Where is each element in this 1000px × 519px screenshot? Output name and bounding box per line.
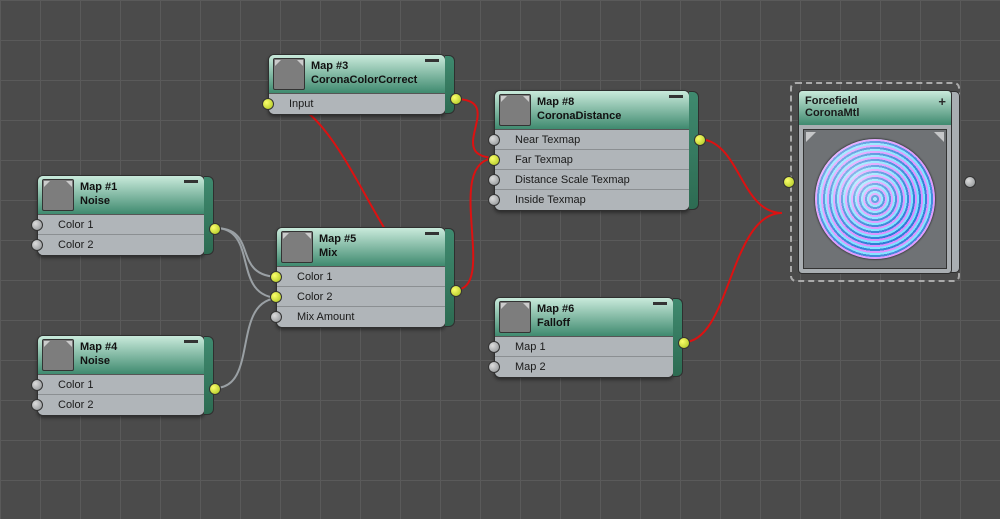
slot-row[interactable]: Far Texmap (495, 150, 689, 170)
slot-label: Mix Amount (297, 311, 354, 323)
node-title: Map #3 (311, 59, 417, 73)
swatch-icon (499, 94, 531, 126)
node-output-tab[interactable] (204, 336, 214, 415)
node-map6[interactable]: Map #6 Falloff Map 1 Map 2 (494, 297, 674, 378)
slot-label: Input (289, 98, 313, 110)
input-port[interactable] (31, 239, 43, 251)
slot-label: Far Texmap (515, 154, 573, 166)
node-output-tab[interactable] (445, 55, 455, 114)
node-map4[interactable]: Map #4 Noise Color 1 Color 2 (37, 335, 205, 416)
input-port[interactable] (270, 291, 282, 303)
input-port[interactable] (783, 176, 795, 188)
node-header[interactable]: Map #1 Noise (38, 176, 204, 215)
output-port[interactable] (694, 134, 706, 146)
swatch-icon (499, 301, 531, 333)
minimize-icon[interactable] (425, 59, 439, 65)
slot-label: Color 2 (58, 399, 93, 411)
slot-label: Color 2 (58, 239, 93, 251)
slot-row[interactable]: Color 1 (277, 267, 445, 287)
material-title: Forcefield (805, 95, 945, 107)
expand-icon[interactable]: + (938, 94, 946, 109)
slot-row[interactable]: Distance Scale Texmap (495, 170, 689, 190)
input-port[interactable] (31, 219, 43, 231)
node-title: Map #5 (319, 232, 356, 246)
slot-label: Near Texmap (515, 134, 580, 146)
node-header[interactable]: Map #5 Mix (277, 228, 445, 267)
slot-row[interactable]: Near Texmap (495, 130, 689, 150)
slot-label: Inside Texmap (515, 194, 586, 206)
slot-row[interactable]: Color 2 (38, 235, 204, 255)
slot-label: Distance Scale Texmap (515, 174, 630, 186)
input-port[interactable] (262, 98, 274, 110)
slot-label: Map 1 (515, 341, 546, 353)
node-type: Noise (80, 354, 117, 368)
output-port[interactable] (964, 176, 976, 188)
node-type: CoronaDistance (537, 109, 621, 123)
swatch-icon (42, 339, 74, 371)
node-type: Noise (80, 194, 117, 208)
slot-row[interactable]: Input (269, 94, 445, 114)
slot-label: Color 1 (58, 219, 93, 231)
slot-label: Map 2 (515, 361, 546, 373)
input-port[interactable] (270, 271, 282, 283)
swatch-icon (281, 231, 313, 263)
slot-label: Color 1 (297, 271, 332, 283)
input-port[interactable] (270, 311, 282, 323)
slot-label: Color 1 (58, 379, 93, 391)
material-type: CoronaMtl (805, 107, 945, 119)
node-output-tab[interactable] (204, 176, 214, 255)
node-header[interactable]: Map #6 Falloff (495, 298, 673, 337)
output-port[interactable] (209, 223, 221, 235)
input-port[interactable] (488, 134, 500, 146)
output-port[interactable] (450, 285, 462, 297)
input-port[interactable] (488, 341, 500, 353)
node-header[interactable]: Map #3 CoronaColorCorrect (269, 55, 445, 94)
slot-row[interactable]: Map 1 (495, 337, 673, 357)
node-title: Map #6 (537, 302, 574, 316)
slot-row[interactable]: Inside Texmap (495, 190, 689, 210)
node-header[interactable]: Map #4 Noise (38, 336, 204, 375)
swatch-icon (273, 58, 305, 90)
slot-row[interactable]: Color 2 (38, 395, 204, 415)
slot-row[interactable]: Map 2 (495, 357, 673, 377)
input-port[interactable] (31, 399, 43, 411)
node-type: Mix (319, 246, 356, 260)
node-output-tab[interactable] (689, 91, 699, 210)
node-map5[interactable]: Map #5 Mix Color 1 Color 2 Mix Amount (276, 227, 446, 328)
swatch-icon (42, 179, 74, 211)
node-header[interactable]: Map #8 CoronaDistance (495, 91, 689, 130)
material-preview (803, 129, 947, 269)
output-port[interactable] (678, 337, 690, 349)
slot-row[interactable]: Color 1 (38, 215, 204, 235)
minimize-icon[interactable] (184, 340, 198, 346)
node-title: Map #4 (80, 340, 117, 354)
node-header[interactable]: Forcefield CoronaMtl + (799, 91, 951, 125)
input-port[interactable] (488, 361, 500, 373)
minimize-icon[interactable] (669, 95, 683, 101)
slot-label: Color 2 (297, 291, 332, 303)
node-title: Map #8 (537, 95, 621, 109)
node-output-tab[interactable] (445, 228, 455, 327)
node-type: Falloff (537, 316, 574, 330)
minimize-icon[interactable] (653, 302, 667, 308)
input-port[interactable] (488, 194, 500, 206)
node-map1[interactable]: Map #1 Noise Color 1 Color 2 (37, 175, 205, 256)
output-port[interactable] (450, 93, 462, 105)
material-node[interactable]: Forcefield CoronaMtl + (790, 82, 960, 282)
slot-row[interactable]: Color 2 (277, 287, 445, 307)
input-port[interactable] (31, 379, 43, 391)
node-map8[interactable]: Map #8 CoronaDistance Near Texmap Far Te… (494, 90, 690, 211)
slot-row[interactable]: Mix Amount (277, 307, 445, 327)
output-port[interactable] (209, 383, 221, 395)
node-output-tab[interactable] (951, 91, 960, 273)
minimize-icon[interactable] (184, 180, 198, 186)
node-type: CoronaColorCorrect (311, 73, 417, 87)
node-title: Map #1 (80, 180, 117, 194)
minimize-icon[interactable] (425, 232, 439, 238)
input-port[interactable] (488, 174, 500, 186)
node-map3[interactable]: Map #3 CoronaColorCorrect Input (268, 54, 446, 115)
slot-row[interactable]: Color 1 (38, 375, 204, 395)
preview-sphere-icon (815, 139, 935, 259)
input-port[interactable] (488, 154, 500, 166)
